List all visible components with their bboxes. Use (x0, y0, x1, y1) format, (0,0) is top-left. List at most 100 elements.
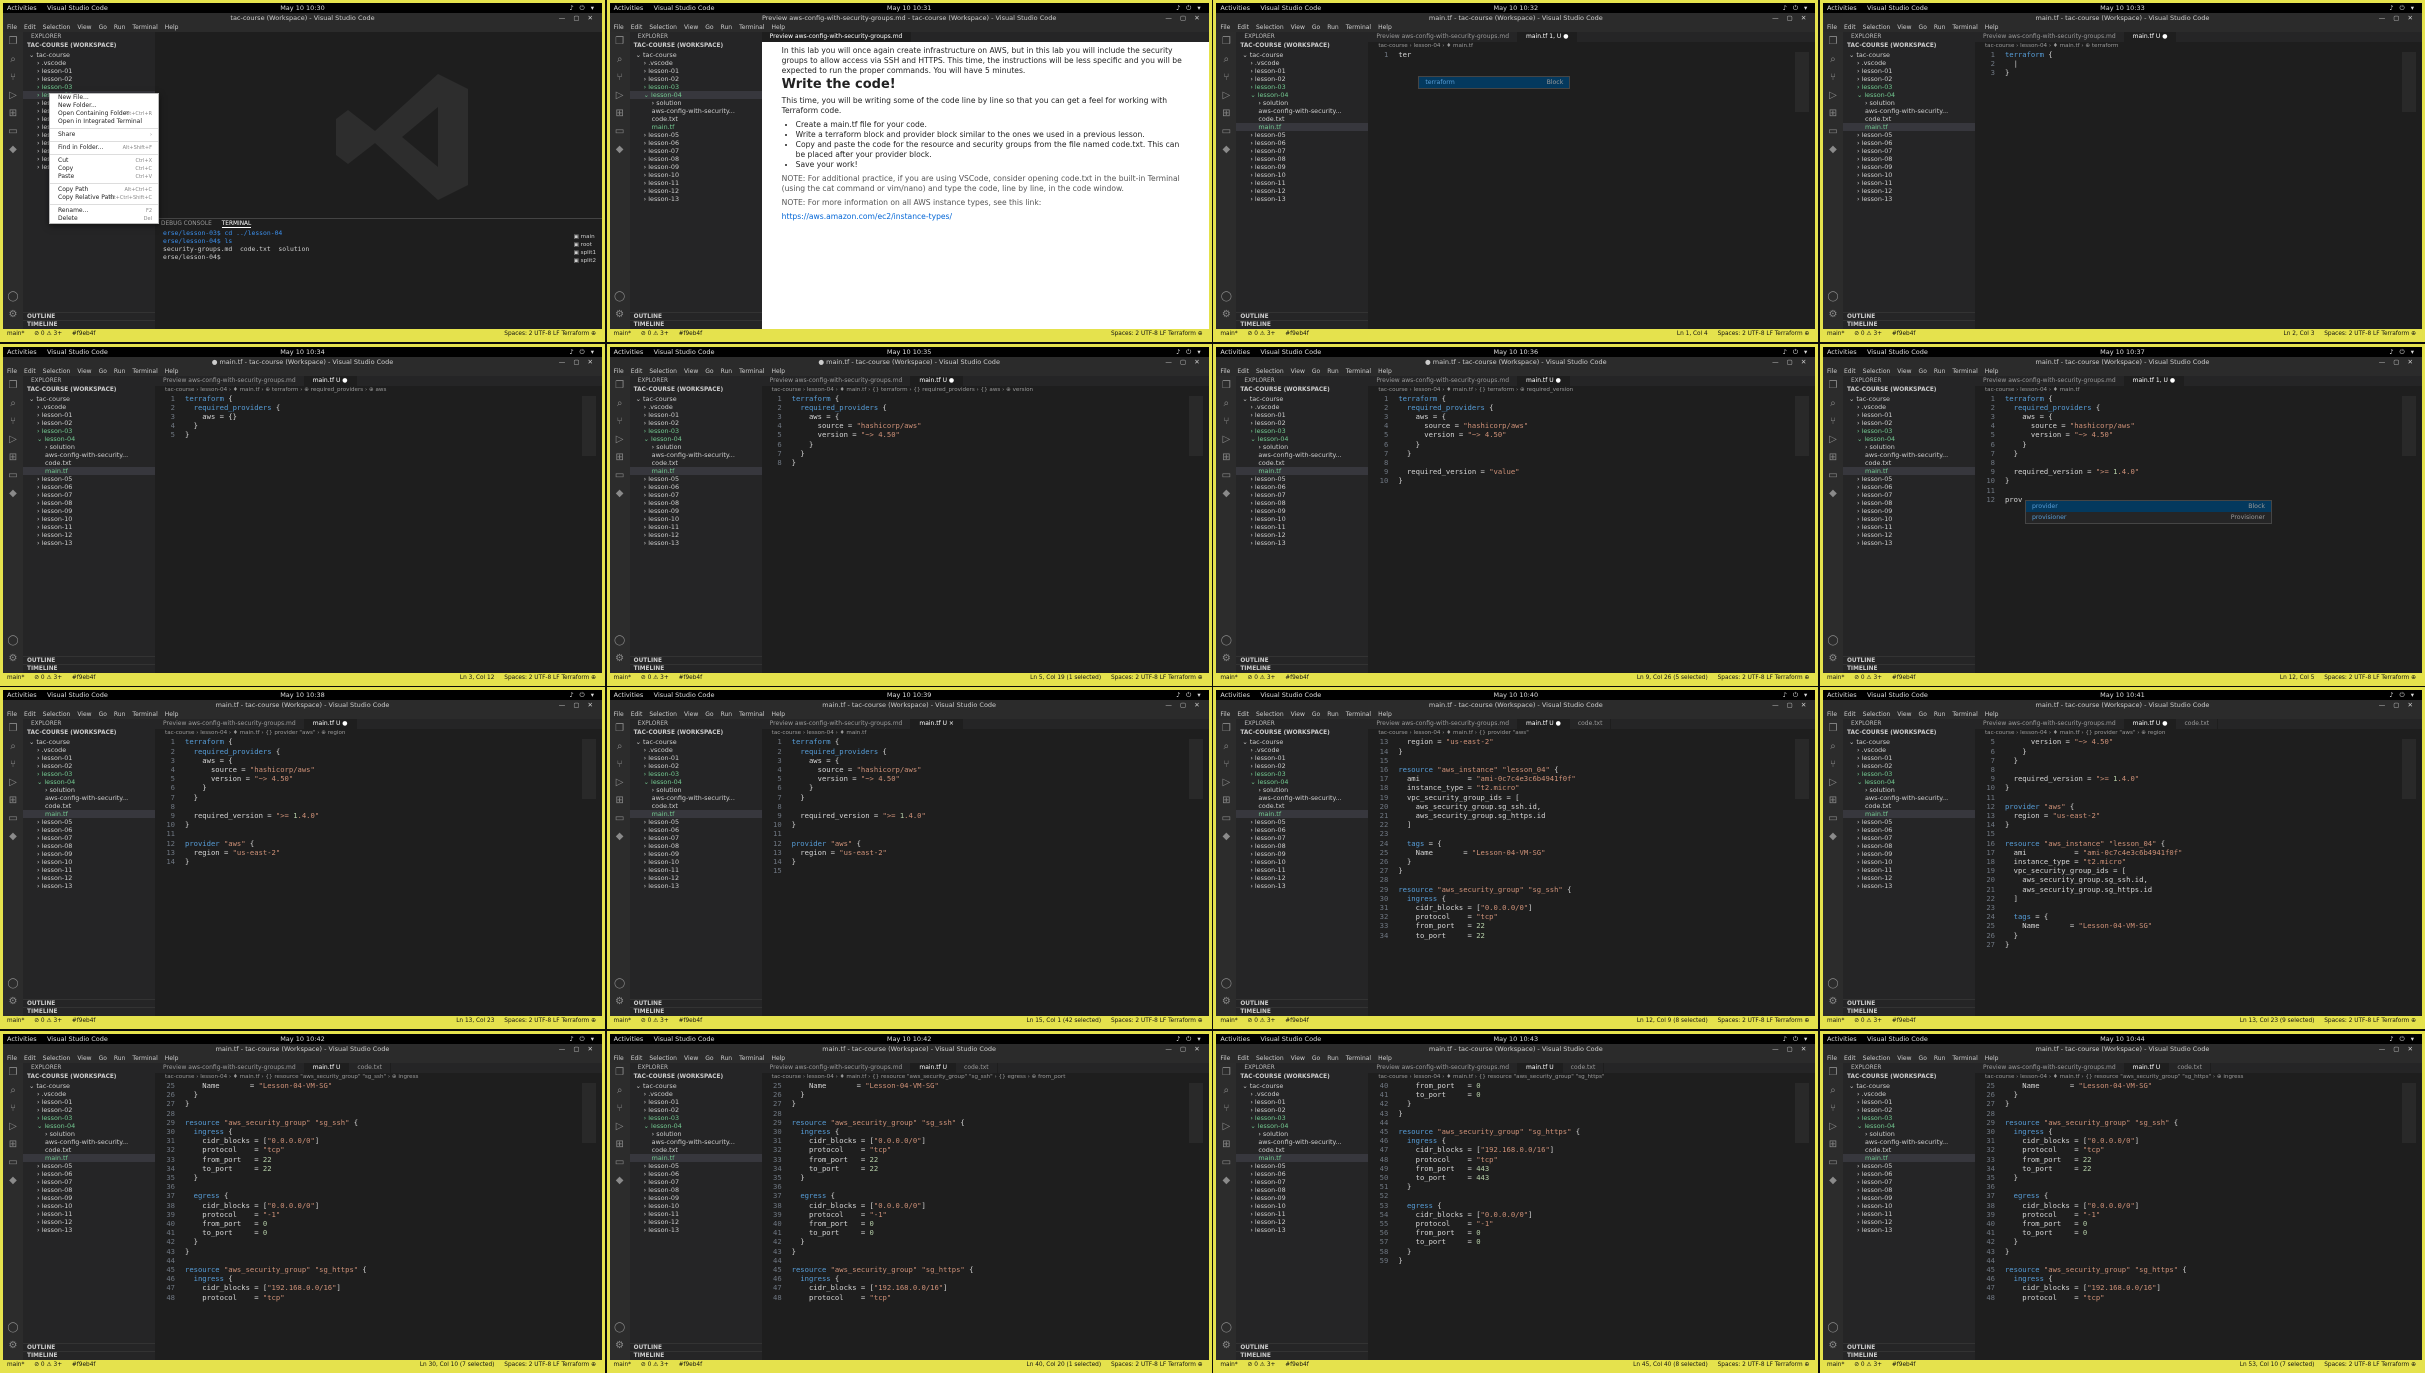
tree-item-lesson-07[interactable]: › lesson-07 (1843, 1178, 1975, 1186)
tree-item-lesson-07[interactable]: › lesson-07 (630, 491, 762, 499)
commit-sha[interactable]: #f9eb4f (1892, 1362, 1916, 1368)
clock[interactable]: May 10 10:43 (1216, 1034, 1815, 1044)
timeline-panel-header[interactable]: TIMELINE (23, 663, 155, 673)
tree-item-lesson-01[interactable]: › lesson-01 (23, 754, 155, 762)
terraform-icon[interactable]: ◆ (1827, 144, 1839, 156)
extensions-icon[interactable]: ⊞ (614, 1139, 626, 1151)
menu-help[interactable]: Help (771, 24, 785, 31)
window-controls[interactable]: — ▢ ✕ (1772, 1044, 1809, 1054)
editor-settings[interactable]: Spaces: 2 UTF-8 LF Terraform ⊕ (2324, 331, 2416, 337)
settings-gear-icon[interactable]: ⚙ (1220, 1340, 1232, 1352)
tree-item-lesson-13[interactable]: › lesson-13 (630, 882, 762, 890)
problems-indicator[interactable]: ⊘ 0 ⚠ 3+ (34, 331, 62, 337)
tree-item-main-tf[interactable]: main.tf (23, 1153, 155, 1162)
code-editor[interactable]: 40 from_port = 0 41 to_port = 0 42 } 43} 44 4… (1368, 1081, 1815, 1265)
editor-settings[interactable]: Spaces: 2 UTF-8 LF Terraform ⊕ (2324, 1362, 2416, 1368)
tree-item-main-tf[interactable]: main.tf (1236, 466, 1369, 475)
breadcrumb[interactable]: tac-course › lesson-04 › ♦ main.tf (1368, 42, 1815, 50)
menu-view[interactable]: View (684, 1055, 698, 1062)
tree-item-lesson-12[interactable]: › lesson-12 (23, 531, 155, 539)
tree-item-lesson-06[interactable]: › lesson-06 (630, 139, 762, 147)
source-control-icon[interactable]: ⑂ (1220, 72, 1232, 84)
clock[interactable]: May 10 10:34 (3, 347, 602, 357)
menu-file[interactable]: File (1827, 711, 1837, 718)
breadcrumb[interactable]: tac-course › lesson-04 › ♦ main.tf (1975, 386, 2422, 394)
tree-item-lesson-02[interactable]: › lesson-02 (1843, 75, 1975, 83)
branch-indicator[interactable]: main* (7, 1362, 24, 1368)
tree-item-lesson-13[interactable]: › lesson-13 (1236, 1226, 1368, 1234)
tree-item-code-txt[interactable]: code.txt (23, 802, 155, 810)
menu-help[interactable]: Help (165, 368, 179, 375)
tree-item-lesson-06[interactable]: › lesson-06 (23, 483, 155, 491)
editor-settings[interactable]: Spaces: 2 UTF-8 LF Terraform ⊕ (504, 331, 596, 337)
editor-tab[interactable]: main.tf U ● (1518, 375, 1570, 386)
editor-tab[interactable]: Preview aws-config-with-security-groups.… (761, 32, 912, 42)
menu-go[interactable]: Go (705, 24, 713, 31)
tree-item-lesson-02[interactable]: › lesson-02 (1236, 762, 1368, 770)
clock[interactable]: May 10 10:38 (3, 690, 602, 700)
menu-file[interactable]: File (1220, 1055, 1230, 1062)
menu-view[interactable]: View (77, 711, 91, 718)
commit-sha[interactable]: #f9eb4f (72, 1018, 96, 1024)
code-editor[interactable]: 25 Name = "Lesson-04-VM-SG" 26 } 27} 28 29 re… (762, 1081, 1209, 1302)
settings-gear-icon[interactable]: ⚙ (1220, 309, 1232, 321)
tree-item-lesson-13[interactable]: › lesson-13 (23, 539, 155, 547)
menu-go[interactable]: Go (1312, 1055, 1320, 1062)
tree-root-folder[interactable]: ⌄ tac-course (23, 51, 155, 59)
menu-file[interactable]: File (1827, 24, 1837, 31)
tree-item-lesson-06[interactable]: › lesson-06 (630, 826, 762, 834)
source-control-icon[interactable]: ⑂ (1827, 416, 1839, 428)
source-control-icon[interactable]: ⑂ (7, 416, 19, 428)
tree-item-lesson-02[interactable]: › lesson-02 (1236, 1106, 1368, 1114)
problems-indicator[interactable]: ⊘ 0 ⚠ 3+ (641, 1018, 669, 1024)
extensions-icon[interactable]: ⊞ (1220, 795, 1232, 807)
branch-indicator[interactable]: main* (614, 1018, 631, 1024)
menu-selection[interactable]: Selection (1256, 711, 1284, 718)
menu-run[interactable]: Run (721, 711, 733, 718)
code-editor[interactable]: 1 terraform {2 | 3} (1975, 50, 2422, 78)
menu-view[interactable]: View (1897, 24, 1911, 31)
menu-selection[interactable]: Selection (43, 711, 71, 718)
code-editor[interactable]: 5 version = "~> 4.50" 6 } 7 } 8 9 required_v… (1975, 737, 2422, 949)
terraform-icon[interactable]: ◆ (7, 831, 19, 843)
menu-edit[interactable]: Edit (631, 1055, 643, 1062)
tree-item-lesson-03[interactable]: › lesson-03 (630, 1114, 762, 1122)
commit-sha[interactable]: #f9eb4f (679, 1018, 703, 1024)
search-icon[interactable]: ⌕ (1220, 1085, 1232, 1097)
editor-settings[interactable]: Spaces: 2 UTF-8 LF Terraform ⊕ (1111, 1018, 1203, 1024)
menu-go[interactable]: Go (1919, 711, 1927, 718)
tree-item-lesson-06[interactable]: › lesson-06 (1236, 1170, 1368, 1178)
tree-item-lesson-08[interactable]: › lesson-08 (630, 1186, 762, 1194)
tree-item-lesson-02[interactable]: › lesson-02 (23, 419, 155, 427)
tree-item-solution[interactable]: › solution (1843, 443, 1975, 451)
source-control-icon[interactable]: ⑂ (614, 416, 626, 428)
extensions-icon[interactable]: ⊞ (614, 108, 626, 120)
editor-tab[interactable]: Preview aws-config-with-security-groups.… (1975, 32, 2125, 42)
settings-gear-icon[interactable]: ⚙ (1220, 653, 1232, 665)
tree-item-lesson-08[interactable]: › lesson-08 (23, 499, 155, 507)
tree-item-lesson-03[interactable]: › lesson-03 (630, 427, 762, 435)
tree-item-lesson-01[interactable]: › lesson-01 (23, 67, 155, 75)
run-debug-icon[interactable]: ▷ (614, 777, 626, 789)
tree-item-lesson-06[interactable]: › lesson-06 (1843, 826, 1975, 834)
editor-settings[interactable]: Spaces: 2 UTF-8 LF Terraform ⊕ (1111, 331, 1203, 337)
menu-edit[interactable]: Edit (1844, 368, 1856, 375)
search-icon[interactable]: ⌕ (7, 398, 19, 410)
code-editor[interactable]: 25 Name = "Lesson-04-VM-SG" 26 } 27} 28 29 re… (1975, 1081, 2422, 1302)
tree-item-lesson-08[interactable]: › lesson-08 (1843, 155, 1975, 163)
menu-terminal[interactable]: Terminal (1346, 1055, 1371, 1062)
remote-explorer-icon[interactable]: ▭ (1220, 126, 1232, 138)
minimap[interactable] (1795, 395, 1810, 456)
code-editor[interactable]: 13 region = "us-east-2" 14} 15 16 resource "… (1368, 737, 1815, 939)
tree-item-lesson-01[interactable]: › lesson-01 (1843, 1098, 1975, 1106)
menu-go[interactable]: Go (1312, 711, 1320, 718)
tree-item-lesson-04[interactable]: ⌄ lesson-04 (630, 778, 762, 786)
tree-item-lesson-12[interactable]: › lesson-12 (1236, 874, 1368, 882)
tree-item-lesson-12[interactable]: › lesson-12 (1236, 187, 1368, 195)
extensions-icon[interactable]: ⊞ (7, 108, 19, 120)
tree-root-folder[interactable]: ⌄ tac-course (23, 738, 155, 746)
search-icon[interactable]: ⌕ (1827, 1085, 1839, 1097)
tree-item-lesson-07[interactable]: › lesson-07 (1843, 491, 1975, 499)
tree-item-lesson-10[interactable]: › lesson-10 (630, 858, 762, 866)
tree-item-lesson-10[interactable]: › lesson-10 (1236, 515, 1368, 523)
